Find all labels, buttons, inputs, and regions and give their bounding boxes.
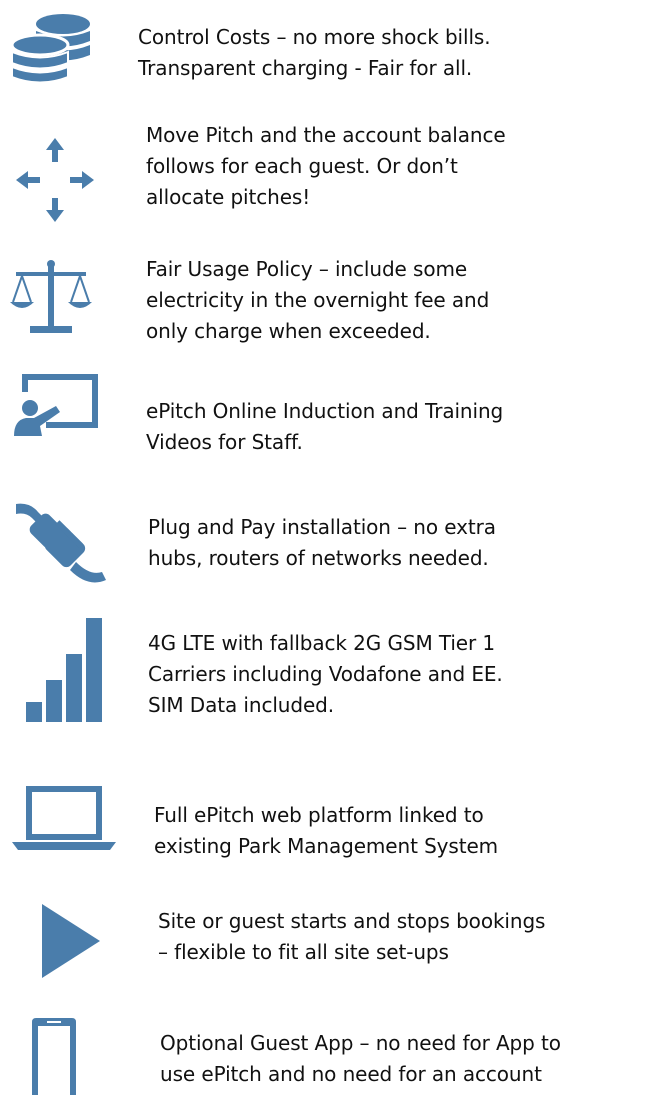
feature-line: Optional Guest App – no need for App to — [160, 1031, 561, 1055]
feature-line: Full ePitch web platform linked to — [154, 803, 484, 827]
feature-line: Transparent charging - Fair for all. — [138, 56, 473, 80]
feature-line: only charge when exceeded. — [146, 319, 431, 343]
feature-line: Fair Usage Policy – include some — [146, 257, 468, 281]
scales-icon — [8, 258, 94, 338]
feature-line: use ePitch and no need for an account — [160, 1062, 542, 1086]
feature-text-plug-and-pay: Plug and Pay installation – no extra hub… — [148, 512, 496, 574]
mobile-phone-icon — [32, 1018, 76, 1095]
feature-text-fair-usage: Fair Usage Policy – include some electri… — [146, 254, 489, 347]
feature-line: Control Costs – no more shock bills. — [138, 25, 491, 49]
feature-text-4g-lte: 4G LTE with fallback 2G GSM Tier 1 Carri… — [148, 628, 503, 721]
laptop-icon — [12, 784, 116, 852]
feature-line: allocate pitches! — [146, 185, 311, 209]
feature-text-control-costs: Control Costs – no more shock bills. Tra… — [138, 22, 491, 84]
presentation-icon — [12, 372, 100, 438]
feature-line: hubs, routers of networks needed. — [148, 546, 489, 570]
feature-line: ePitch Online Induction and Training — [146, 399, 504, 423]
feature-line: Videos for Staff. — [146, 430, 303, 454]
feature-line: follows for each guest. Or don’t — [146, 154, 458, 178]
feature-text-induction: ePitch Online Induction and Training Vid… — [146, 396, 503, 458]
move-arrows-icon — [16, 138, 94, 222]
feature-line: Carriers including Vodafone and EE. — [148, 662, 503, 686]
feature-line: existing Park Management System — [154, 834, 499, 858]
feature-line: Site or guest starts and stops bookings — [158, 909, 546, 933]
signal-bars-icon — [26, 618, 104, 724]
coins-icon — [8, 12, 94, 94]
feature-line: SIM Data included. — [148, 693, 335, 717]
feature-line: – flexible to fit all site set-ups — [158, 940, 449, 964]
feature-line: Plug and Pay installation – no extra — [148, 515, 496, 539]
feature-list: Control Costs – no more shock bills. Tra… — [0, 0, 666, 1095]
feature-text-web-platform: Full ePitch web platform linked to exist… — [154, 800, 498, 862]
feature-text-move-pitch: Move Pitch and the account balance follo… — [146, 120, 506, 213]
feature-line: 4G LTE with fallback 2G GSM Tier 1 — [148, 631, 496, 655]
feature-text-bookings: Site or guest starts and stops bookings … — [158, 906, 545, 968]
plug-icon — [16, 500, 108, 586]
play-icon — [42, 904, 100, 978]
feature-line: Move Pitch and the account balance — [146, 123, 506, 147]
feature-line: electricity in the overnight fee and — [146, 288, 490, 312]
feature-text-guest-app: Optional Guest App – no need for App to … — [160, 1028, 561, 1090]
